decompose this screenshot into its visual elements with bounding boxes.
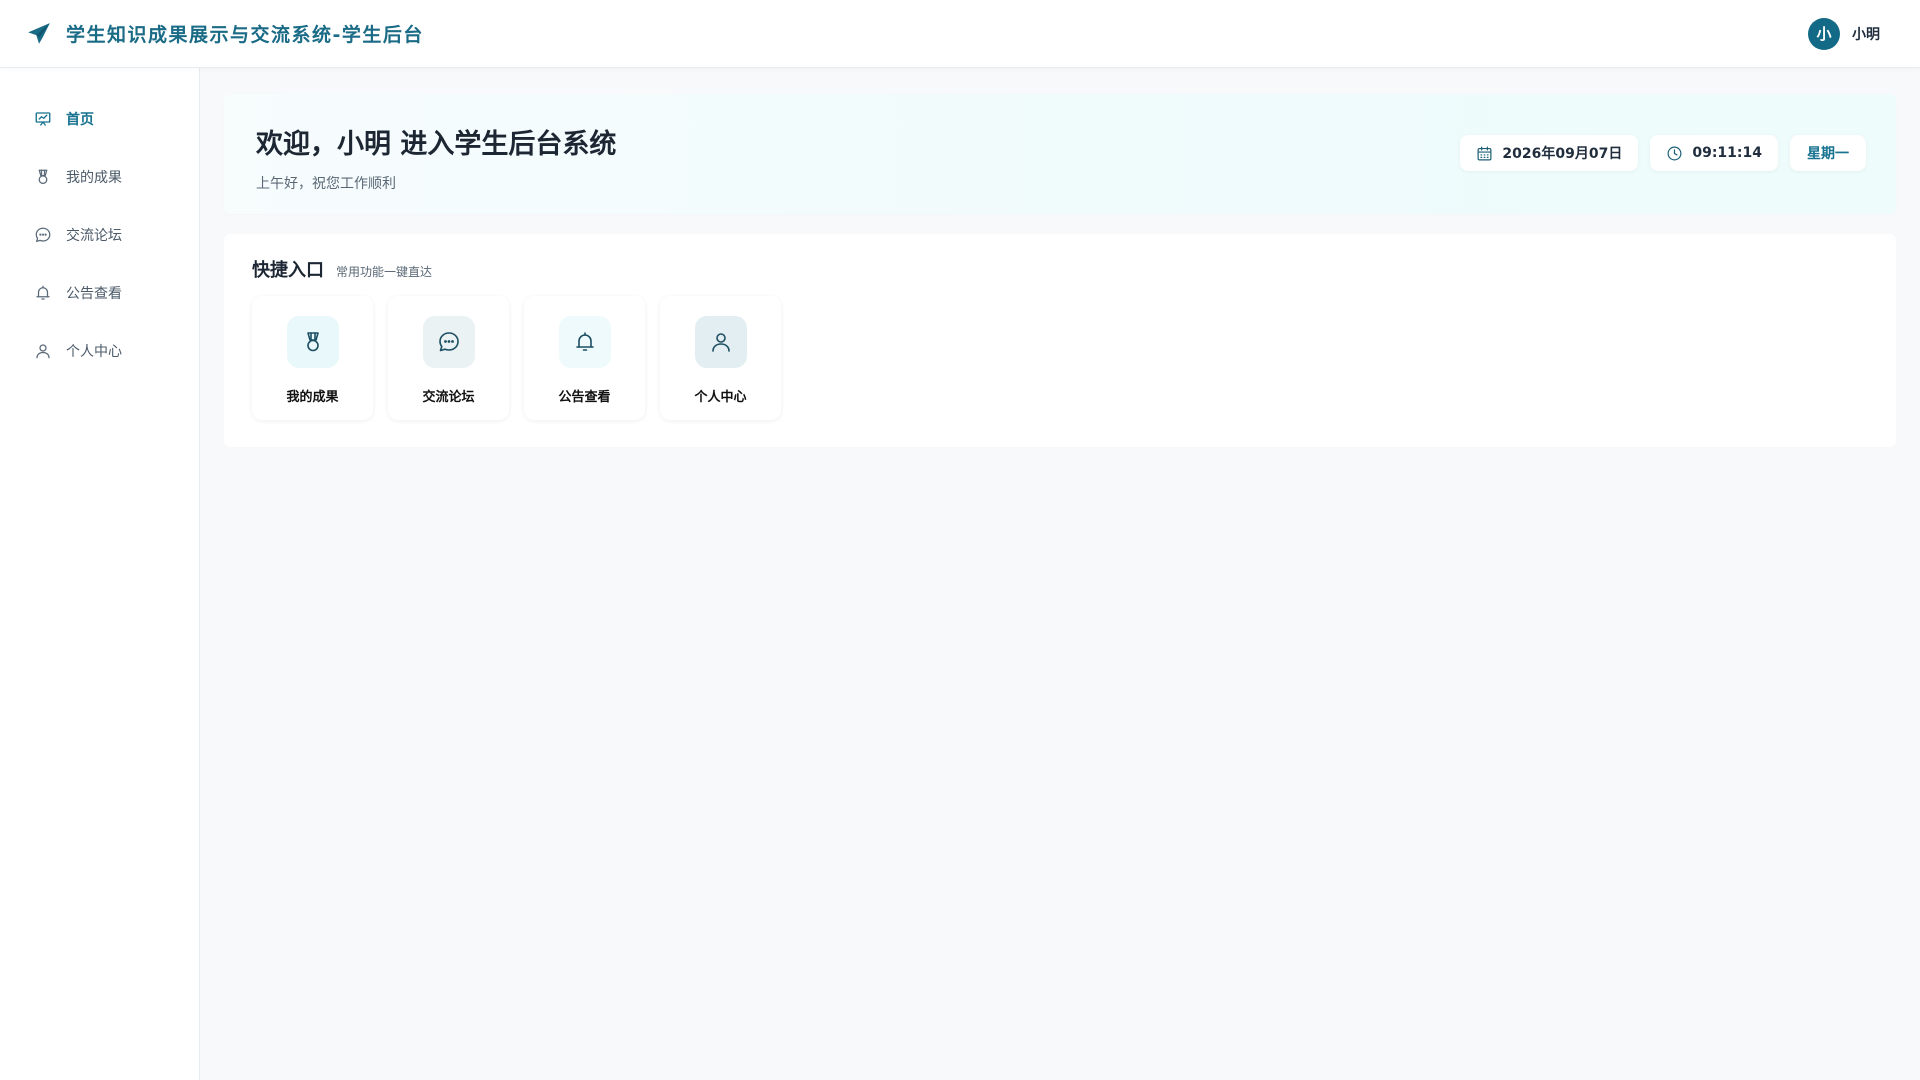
quick-access-header: 快捷入口 常用功能一键直达 <box>252 256 1868 282</box>
sidebar-item-profile[interactable]: 个人中心 <box>0 322 199 380</box>
quick-card-label: 交流论坛 <box>422 390 475 405</box>
sidebar: 首页 我的成果 交流论坛 公告查看 个人中心 <box>0 68 200 1080</box>
quick-card-label: 个人中心 <box>694 390 747 405</box>
weekday-text: 星期一 <box>1807 146 1849 162</box>
user-icon <box>694 316 747 368</box>
top-bar: 学生知识成果展示与交流系统-学生后台 小 小明 <box>0 0 1920 68</box>
app-title: 学生知识成果展示与交流系统-学生后台 <box>66 24 424 46</box>
avatar[interactable]: 小 <box>1808 17 1840 50</box>
sidebar-item-label: 首页 <box>66 112 94 128</box>
date-chip: 2026年09月07日 <box>1460 135 1639 171</box>
sidebar-item-label: 我的成果 <box>66 170 122 186</box>
quick-access-subtitle: 常用功能一键直达 <box>336 265 433 279</box>
quick-access-title: 快捷入口 <box>252 260 324 281</box>
clock-icon <box>1666 145 1683 162</box>
welcome-subtitle: 上午好，祝您工作顺利 <box>256 176 396 192</box>
quick-card-forum[interactable]: 交流论坛 <box>388 296 509 420</box>
home-chart-icon <box>34 110 52 128</box>
date-text: 2026年09月07日 <box>1502 146 1623 162</box>
sidebar-item-achievements[interactable]: 我的成果 <box>0 148 199 206</box>
quick-card-profile[interactable]: 个人中心 <box>660 296 781 420</box>
quick-access-cards: 我的成果 交流论坛 公告查看 个人中心 <box>252 296 1868 420</box>
weekday-chip: 星期一 <box>1790 135 1866 171</box>
medal-icon <box>286 316 339 368</box>
user-menu[interactable]: 小 小明 <box>1808 17 1880 50</box>
sidebar-item-label: 个人中心 <box>66 344 122 360</box>
bell-icon <box>34 284 52 302</box>
datetime-chips: 2026年09月07日 09:11:14 星期一 <box>1460 135 1866 171</box>
quick-card-label: 公告查看 <box>558 390 611 405</box>
welcome-banner: 欢迎，小明 进入学生后台系统 上午好，祝您工作顺利 2026年09月07日 09… <box>224 94 1896 214</box>
quick-access-panel: 快捷入口 常用功能一键直达 我的成果 交流论坛 公告查看 个人中心 <box>224 234 1896 447</box>
sidebar-item-forum[interactable]: 交流论坛 <box>0 206 199 264</box>
sidebar-item-label: 公告查看 <box>66 286 122 302</box>
sidebar-item-announcements[interactable]: 公告查看 <box>0 264 199 322</box>
calendar-icon <box>1476 145 1493 162</box>
chat-bubble-icon <box>422 316 475 368</box>
brand[interactable]: 学生知识成果展示与交流系统-学生后台 <box>26 20 424 47</box>
main-content: 欢迎，小明 进入学生后台系统 上午好，祝您工作顺利 2026年09月07日 09… <box>224 94 1896 447</box>
paper-plane-icon <box>26 21 52 47</box>
quick-card-achievements[interactable]: 我的成果 <box>252 296 373 420</box>
time-chip: 09:11:14 <box>1650 135 1778 171</box>
bell-icon <box>558 316 611 368</box>
chat-bubble-icon <box>34 226 52 244</box>
medal-icon <box>34 168 52 186</box>
quick-card-announcements[interactable]: 公告查看 <box>524 296 645 420</box>
time-text: 09:11:14 <box>1692 145 1762 161</box>
user-name[interactable]: 小明 <box>1852 24 1880 44</box>
sidebar-item-home[interactable]: 首页 <box>0 90 199 148</box>
sidebar-item-label: 交流论坛 <box>66 228 122 244</box>
quick-card-label: 我的成果 <box>286 390 339 405</box>
user-icon <box>34 342 52 360</box>
